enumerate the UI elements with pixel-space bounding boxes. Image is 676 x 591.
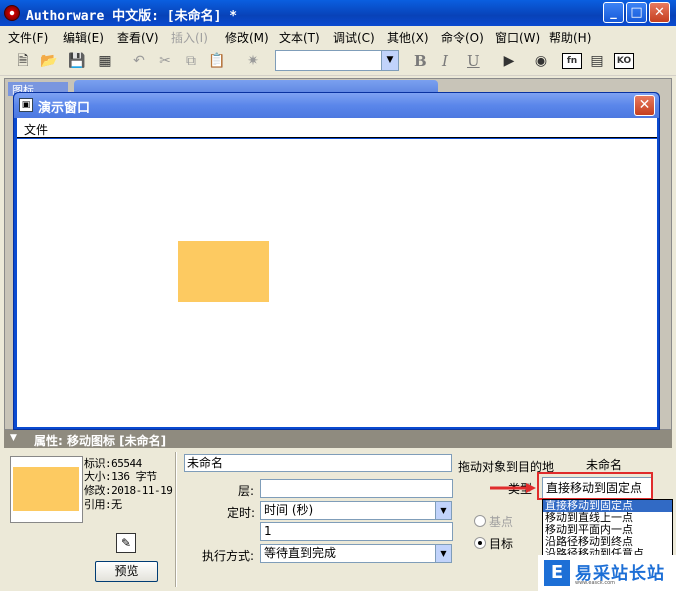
target-name: 未命名 xyxy=(586,458,623,472)
icon-thumbnail xyxy=(13,467,79,511)
app-title: Authorware 中文版: [未命名] * xyxy=(26,9,238,24)
icon-references: 引用:无 xyxy=(84,498,122,511)
cut-icon[interactable]: ✂ xyxy=(156,52,174,70)
window-icon: ▣ xyxy=(19,98,33,112)
execution-select[interactable]: 等待直到完成 ▼ xyxy=(260,544,452,563)
underline-button[interactable]: U xyxy=(467,52,480,70)
authorware-logo-icon xyxy=(4,5,20,21)
highlight-annotation xyxy=(537,472,653,500)
knowledge-objects-icon[interactable]: KO xyxy=(614,53,634,69)
collapse-arrow-icon[interactable]: ▼ xyxy=(10,433,17,443)
execution-label: 执行方式: xyxy=(202,549,255,563)
radio-target[interactable] xyxy=(474,537,486,549)
edit-icon[interactable]: ✎ xyxy=(116,533,136,553)
timing-number-input[interactable]: 1 xyxy=(260,522,453,541)
maximize-button[interactable]: □ xyxy=(626,2,647,23)
copy-icon[interactable]: ⧉ xyxy=(182,52,200,70)
icon-name-field[interactable]: 未命名 xyxy=(184,454,452,472)
watermark-subtext: www.easck.com xyxy=(575,580,616,586)
presentation-menu-bar: 文件 xyxy=(17,118,657,138)
paste-icon[interactable]: 📋 xyxy=(208,52,226,70)
execution-value: 等待直到完成 xyxy=(264,546,337,560)
type-option[interactable]: 沿路径移动到终点 xyxy=(543,536,672,548)
italic-button[interactable]: I xyxy=(442,52,448,70)
run-icon[interactable]: ▶ xyxy=(500,52,518,70)
type-option[interactable]: 移动到直线上一点 xyxy=(543,512,672,524)
undo-icon[interactable]: ↶ xyxy=(130,52,148,70)
menu-insert[interactable]: 插入(I) xyxy=(171,29,208,46)
open-file-icon[interactable]: 📂 xyxy=(40,52,58,70)
properties-title: 属性: 移动图标 [未命名] xyxy=(34,434,167,448)
save-all-icon[interactable]: 💾 xyxy=(68,52,86,70)
menu-other[interactable]: 其他(X) xyxy=(387,29,429,46)
minimize-button[interactable]: _ xyxy=(603,2,624,23)
divider xyxy=(175,452,177,587)
radio-base-label: 基点 xyxy=(489,515,514,529)
type-option[interactable]: 直接移动到固定点 xyxy=(543,500,672,512)
timing-select[interactable]: 时间 (秒) ▼ xyxy=(260,501,452,520)
timing-label: 定时: xyxy=(227,506,256,520)
radio-base[interactable] xyxy=(474,515,486,527)
control-panel-icon[interactable]: ◉ xyxy=(532,52,550,70)
preview-button[interactable]: 预览 xyxy=(95,561,158,582)
menu-command[interactable]: 命令(O) xyxy=(441,29,484,46)
new-file-icon[interactable]: 🗎 xyxy=(14,52,32,70)
menu-modify[interactable]: 修改(M) xyxy=(225,29,269,46)
layer-label: 层: xyxy=(238,484,255,498)
font-style-combo[interactable]: ▼ xyxy=(275,50,399,71)
find-icon[interactable]: ✷ xyxy=(244,52,262,70)
type-options-list[interactable]: 直接移动到固定点 移动到直线上一点 移动到平面内一点 沿路径移动到终点 沿路径移… xyxy=(542,499,673,561)
menu-file[interactable]: 文件(F) xyxy=(8,29,48,46)
variables-icon[interactable]: ▤ xyxy=(588,52,606,70)
menu-view[interactable]: 查看(V) xyxy=(117,29,159,46)
import-icon[interactable]: ▦ xyxy=(96,52,114,70)
presentation-window-title-bar: ▣ 演示窗口 xyxy=(14,93,659,118)
presentation-close-button[interactable]: ✕ xyxy=(634,95,655,116)
presentation-window-title: 演示窗口 xyxy=(38,101,91,116)
bold-button[interactable]: B xyxy=(414,52,427,70)
moving-object-rectangle[interactable] xyxy=(178,241,269,302)
menu-bar: 文件(F) 编辑(E) 查看(V) 插入(I) 修改(M) 文本(T) 调试(C… xyxy=(0,26,676,46)
menu-window[interactable]: 窗口(W) xyxy=(495,29,540,46)
presentation-canvas[interactable] xyxy=(17,139,657,427)
chevron-down-icon[interactable]: ▼ xyxy=(381,51,398,70)
presentation-menu-file[interactable]: 文件 xyxy=(24,121,48,138)
menu-debug[interactable]: 调试(C) xyxy=(333,29,375,46)
functions-icon[interactable]: fn xyxy=(562,53,582,69)
close-button[interactable]: ✕ xyxy=(649,2,670,23)
type-option[interactable]: 移动到平面内一点 xyxy=(543,524,672,536)
app-title-bar: Authorware 中文版: [未命名] * _ □ ✕ xyxy=(0,0,676,26)
chevron-down-icon[interactable]: ▼ xyxy=(435,502,451,519)
chevron-down-icon[interactable]: ▼ xyxy=(435,545,451,562)
layer-input[interactable] xyxy=(260,479,453,498)
radio-target-label: 目标 xyxy=(489,537,514,551)
timing-value: 时间 (秒) xyxy=(264,503,314,517)
menu-help[interactable]: 帮助(H) xyxy=(549,29,591,46)
red-arrow-icon xyxy=(490,483,536,493)
watermark-logo-icon: E xyxy=(544,560,570,586)
menu-edit[interactable]: 编辑(E) xyxy=(63,29,104,46)
properties-header[interactable]: ▼ 属性: 移动图标 [未命名] xyxy=(4,430,672,448)
menu-text[interactable]: 文本(T) xyxy=(279,29,320,46)
